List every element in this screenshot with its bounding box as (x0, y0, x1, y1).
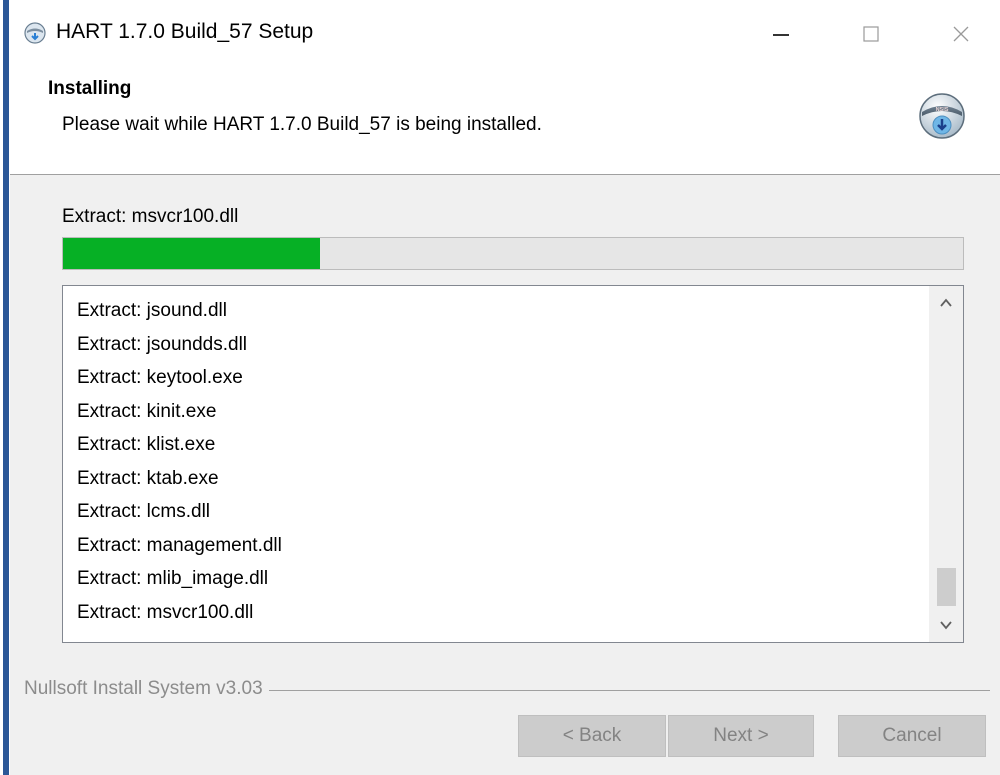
log-item: Extract: management.dll (77, 534, 282, 556)
progress-fill (63, 238, 320, 269)
scroll-down-button[interactable] (929, 608, 963, 642)
left-window-edge (0, 0, 10, 775)
cancel-button[interactable]: Cancel (838, 715, 986, 757)
log-item: Extract: klist.exe (77, 434, 216, 455)
install-log[interactable]: Extract: jsound.dll Extract: jsoundds.dll… (62, 285, 964, 643)
next-button[interactable]: Next > (668, 715, 814, 757)
title-bar[interactable]: HART 1.7.0 Build_57 Setup (10, 0, 1000, 66)
log-item: Extract: jsoundds.dll (77, 333, 248, 355)
log-item: Extract: mlib_image.dll (77, 568, 269, 589)
close-icon (953, 26, 969, 42)
log-item: Extract: ktab.exe (77, 467, 219, 489)
scroll-up-button[interactable] (929, 286, 963, 320)
scroll-thumb[interactable] (937, 568, 956, 606)
log-item: Extract: jsound.dll (77, 300, 227, 321)
setup-window: HART 1.7.0 Build_57 Setup Installing Ple… (10, 0, 1000, 775)
installer-header: Installing Please wait while HART 1.7.0 … (10, 66, 1000, 175)
log-item: Extract: lcms.dll (77, 501, 211, 522)
svg-text:NSIS: NSIS (936, 107, 949, 113)
maximize-button[interactable] (848, 14, 894, 54)
current-action-label: Extract: msvcr100.dll (62, 206, 239, 227)
log-item: Extract: kinit.exe (77, 400, 217, 422)
minimize-icon (773, 34, 789, 36)
installer-icon: NSIS (919, 93, 965, 139)
page-title: Installing (48, 78, 132, 99)
log-item: Extract: keytool.exe (77, 367, 243, 388)
install-log-list: Extract: jsound.dll Extract: jsoundds.dll… (77, 294, 917, 629)
app-icon (24, 22, 46, 44)
minimize-button[interactable] (758, 14, 804, 54)
log-item: Extract: msvcr100.dll (77, 601, 254, 623)
chevron-down-icon (940, 621, 952, 630)
branding-text: Nullsoft Install System v3.03 (24, 678, 269, 700)
window-title: HART 1.7.0 Build_57 Setup (56, 20, 314, 43)
close-button[interactable] (938, 14, 984, 54)
log-scrollbar[interactable] (929, 286, 963, 642)
install-progress-bar (62, 237, 964, 270)
chevron-up-icon (940, 298, 952, 307)
back-button[interactable]: < Back (518, 715, 666, 757)
page-subtitle: Please wait while HART 1.7.0 Build_57 is… (62, 114, 542, 135)
maximize-icon (863, 26, 879, 42)
